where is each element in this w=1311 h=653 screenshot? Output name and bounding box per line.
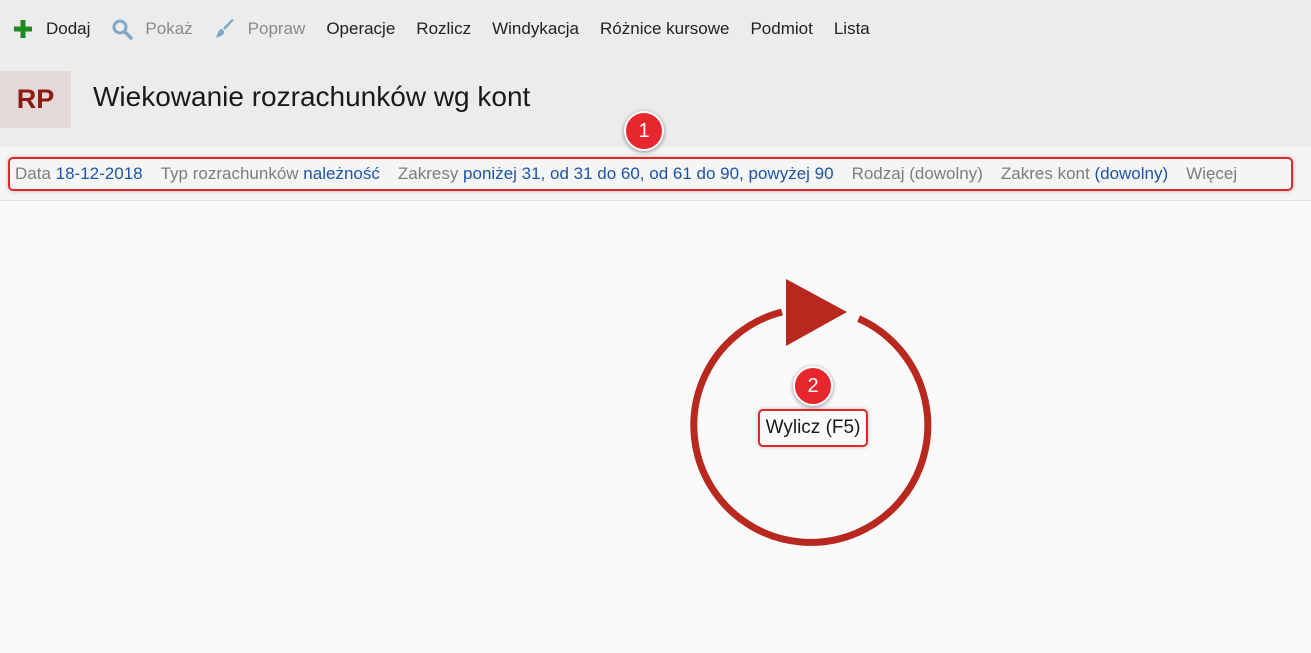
- filter-date[interactable]: Data 18-12-2018: [15, 164, 143, 184]
- filter-settlement-type-value: należność: [303, 164, 380, 183]
- add-button-label: Dodaj: [46, 18, 91, 38]
- filter-account-range-value: (dowolny): [1094, 164, 1169, 183]
- show-button-label: Pokaż: [145, 18, 193, 38]
- filter-ranges[interactable]: Zakresy poniżej 31, od 31 do 60, od 61 d…: [398, 164, 834, 184]
- toolbar: Dodaj Pokaż Popraw Operacje Rozlicz Wind…: [0, 0, 1311, 57]
- edit-button[interactable]: Popraw: [214, 18, 306, 40]
- page-title: Wiekowanie rozrachunków wg kont: [93, 81, 531, 112]
- filter-ranges-label: Zakresy: [397, 164, 464, 183]
- filter-ranges-value: poniżej 31, od 31 do 60, od 61 do 90, po…: [463, 164, 834, 183]
- filter-settlement-type-label: Typ rozrachunków: [160, 164, 304, 183]
- list-menu[interactable]: Lista: [834, 19, 870, 39]
- settle-menu[interactable]: Rozlicz: [416, 19, 471, 39]
- filter-list: Data 18-12-2018 Typ rozrachunków należno…: [15, 164, 1255, 184]
- operations-menu-label: Operacje: [326, 18, 396, 38]
- brush-icon: [214, 18, 236, 40]
- filter-more-label: Więcej: [1186, 164, 1238, 183]
- filter-date-value: 18-12-2018: [55, 164, 143, 183]
- filter-kind[interactable]: Rodzaj (dowolny): [852, 164, 983, 184]
- filter-kind-label: Rodzaj (dowolny): [851, 164, 983, 183]
- exchange-differences-menu-label: Różnice kursowe: [600, 18, 730, 38]
- filter-more[interactable]: Więcej: [1186, 164, 1237, 184]
- compute-button-label: Wylicz (F5): [765, 417, 861, 438]
- step-marker-2: 2: [793, 366, 833, 406]
- debt-collection-menu[interactable]: Windykacja: [492, 19, 579, 39]
- plus-icon: [12, 18, 34, 40]
- compute-button[interactable]: Wylicz (F5): [758, 409, 868, 447]
- operations-menu[interactable]: Operacje: [326, 19, 395, 39]
- settle-menu-label: Rozlicz: [416, 18, 472, 38]
- show-button[interactable]: Pokaż: [111, 18, 193, 40]
- add-button[interactable]: Dodaj: [12, 18, 90, 40]
- module-badge: RP: [0, 71, 71, 128]
- filter-account-range-label: Zakres kont: [1000, 164, 1095, 183]
- entity-menu-label: Podmiot: [750, 18, 813, 38]
- exchange-differences-menu[interactable]: Różnice kursowe: [600, 19, 729, 39]
- entity-menu[interactable]: Podmiot: [750, 19, 812, 39]
- magnifier-icon: [111, 18, 134, 40]
- list-menu-label: Lista: [833, 18, 870, 38]
- debt-collection-menu-label: Windykacja: [492, 18, 580, 38]
- filter-account-range[interactable]: Zakres kont (dowolny): [1001, 164, 1168, 184]
- filter-settlement-type[interactable]: Typ rozrachunków należność: [161, 164, 380, 184]
- step-marker-1: 1: [624, 111, 664, 151]
- filter-date-label: Data: [15, 164, 56, 183]
- edit-button-label: Popraw: [247, 18, 306, 38]
